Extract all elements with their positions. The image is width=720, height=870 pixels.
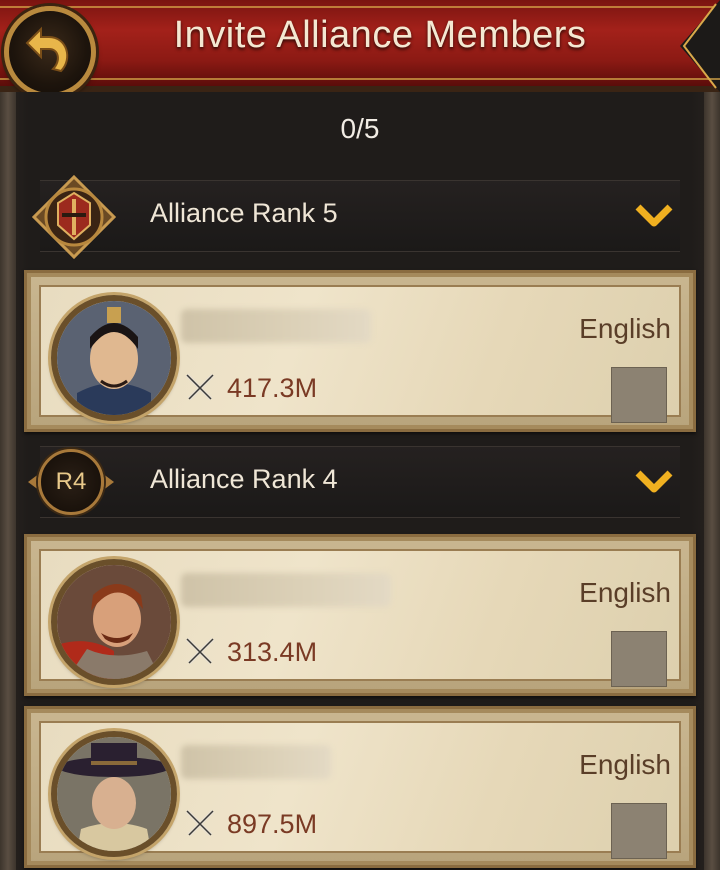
- member-language: English: [579, 313, 671, 344]
- banner-tail-decoration: [680, 0, 720, 92]
- member-card[interactable]: 417.3M English: [24, 270, 696, 432]
- selection-count: 0/5: [340, 113, 380, 144]
- member-card[interactable]: 313.4M English: [24, 534, 696, 696]
- member-card[interactable]: 897.5M English: [24, 706, 696, 868]
- card-body: 897.5M English: [39, 721, 681, 859]
- chevron-down-icon[interactable]: [634, 203, 674, 229]
- rank-label: Alliance Rank 5: [150, 198, 338, 228]
- r4-badge-wrap: R4: [28, 447, 114, 517]
- curved-back-arrow-icon: [25, 26, 69, 73]
- member-name: [181, 309, 371, 343]
- select-checkbox[interactable]: [611, 631, 667, 687]
- crossed-swords-icon: [185, 373, 215, 401]
- avatar: [51, 731, 177, 857]
- header-banner: Invite Alliance Members: [0, 0, 720, 92]
- left-pillar: [0, 92, 16, 870]
- select-checkbox[interactable]: [611, 367, 667, 423]
- helmet-emblem-icon: [32, 175, 116, 259]
- member-name: [181, 573, 391, 607]
- chevron-down-icon[interactable]: [634, 469, 674, 495]
- crossed-swords-icon: [185, 637, 215, 665]
- crossed-swords-icon: [185, 809, 215, 837]
- card-body: 313.4M English: [39, 549, 681, 687]
- rank-header-5[interactable]: Alliance Rank 5: [32, 175, 680, 259]
- avatar: [51, 295, 177, 421]
- power-display: 417.3M: [183, 371, 317, 405]
- select-checkbox[interactable]: [611, 803, 667, 859]
- power-value: 417.3M: [227, 372, 318, 403]
- power-value: 313.4M: [227, 636, 318, 667]
- card-body: 417.3M English: [39, 285, 681, 423]
- power-display: 313.4M: [183, 635, 317, 669]
- back-button[interactable]: [4, 6, 96, 98]
- avatar: [51, 559, 177, 685]
- rank-header-4[interactable]: R4 Alliance Rank 4: [28, 446, 680, 518]
- member-name: [181, 745, 331, 779]
- page-title: Invite Alliance Members: [173, 14, 587, 56]
- rank-label: Alliance Rank 4: [150, 464, 338, 494]
- member-language: English: [579, 577, 671, 608]
- member-language: English: [579, 749, 671, 780]
- power-display: 897.5M: [183, 807, 317, 841]
- rank-badge: R4: [38, 449, 104, 515]
- right-pillar: [704, 92, 720, 870]
- power-value: 897.5M: [227, 808, 318, 839]
